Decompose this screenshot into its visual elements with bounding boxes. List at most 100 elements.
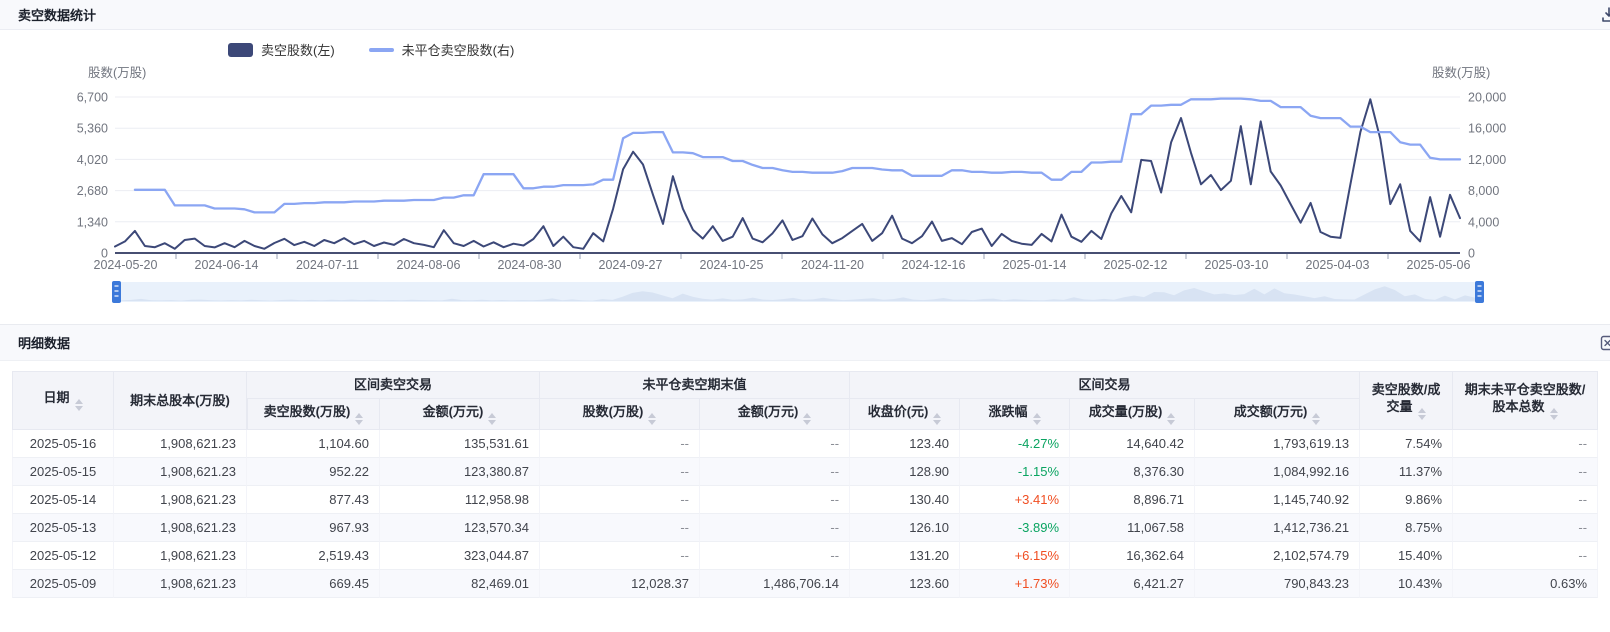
table-cell: 8,896.71 [1070,486,1195,514]
table-cell: +6.15% [960,542,1070,570]
sort-icon[interactable] [355,413,363,425]
sort-icon[interactable] [488,413,496,425]
table-cell: 14,640.42 [1070,430,1195,458]
table-cell: 1,908,621.23 [114,486,247,514]
table-cell: 82,469.01 [380,570,540,598]
table-cell: 123,380.87 [380,458,540,486]
table-cell: -4.27% [960,430,1070,458]
right-axis-tick: 12,000 [1468,153,1506,167]
col-header-short-amount[interactable]: 金额(万元) [380,399,540,430]
table-cell: -- [1453,514,1598,542]
table-cell: 0.63% [1453,570,1598,598]
table-cell: 112,958.98 [380,486,540,514]
chart-card-header: 卖空数据统计 [0,0,1610,30]
table-row: 2025-05-091,908,621.23669.4582,469.0112,… [12,570,1598,598]
table-cell: 1,084,992.16 [1195,458,1360,486]
table-cell: 1,908,621.23 [114,430,247,458]
col-header-short-shares[interactable]: 卖空股数(万股) [247,399,380,430]
table-cell: 15.40% [1360,542,1453,570]
table-cell: 967.93 [247,514,380,542]
col-header-short-to-volume[interactable]: 卖空股数/成交量 [1360,371,1453,430]
short-selling-chart: 卖空股数(左) 未平仓卖空股数(右) 6,70020,0005,36016,00… [0,30,1610,324]
table-row: 2025-05-161,908,621.231,104.60135,531.61… [12,430,1598,458]
sort-icon[interactable] [1167,413,1175,425]
table-cell: 126.10 [850,514,960,542]
sort-icon[interactable] [803,413,811,425]
table-cell: 7.54% [1360,430,1453,458]
table-row: 2025-05-141,908,621.23877.43112,958.98--… [12,486,1598,514]
sort-icon[interactable] [648,413,656,425]
col-header-turnover[interactable]: 成交额(万元) [1195,399,1360,430]
col-header-open-shares[interactable]: 股数(万股) [540,399,700,430]
table-cell: 2,102,574.79 [1195,542,1360,570]
export-excel-icon[interactable] [1600,335,1610,351]
x-axis-tick-label: 2024-05-20 [94,258,158,272]
table-cell: -- [540,430,700,458]
col-header-close-price[interactable]: 收盘价(元) [850,399,960,430]
legend-item-open-short-shares[interactable]: 未平仓卖空股数(右) [369,40,515,59]
table-cell: -- [540,486,700,514]
legend-item-short-shares[interactable]: 卖空股数(左) [228,40,335,59]
col-header-open-short-to-total[interactable]: 期末未平仓卖空股数/股本总数 [1453,371,1598,430]
table-cell: 130.40 [850,486,960,514]
col-header-change-pct[interactable]: 涨跌幅 [960,399,1070,430]
table-cell: 2025-05-16 [12,430,114,458]
legend-marker-rect [228,43,253,57]
series-line-1 [135,99,1460,213]
sort-icon[interactable] [1312,413,1320,425]
sort-icon[interactable] [1550,408,1558,420]
sort-icon[interactable] [933,413,941,425]
x-axis-tick-label: 2024-08-06 [397,258,461,272]
table-cell: -- [540,514,700,542]
sort-icon[interactable] [1033,413,1041,425]
table-cell: 16,362.64 [1070,542,1195,570]
table-cell: -- [1453,486,1598,514]
col-header-open-amount[interactable]: 金额(万元) [700,399,850,430]
col-header-volume[interactable]: 成交量(万股) [1070,399,1195,430]
download-icon[interactable] [1601,7,1610,23]
table-cell: 11,067.58 [1070,514,1195,542]
table-cell: -- [540,458,700,486]
legend-marker-line [369,48,394,52]
table-cell: 2025-05-09 [12,570,114,598]
datazoom-right-handle[interactable] [1475,281,1484,303]
table-cell: 669.45 [247,570,380,598]
right-axis-tick: 8,000 [1468,184,1499,198]
detail-section-title: 明细数据 [18,333,70,352]
datazoom-left-handle[interactable] [112,281,121,303]
left-axis-tick: 6,700 [77,91,108,105]
table-cell: 1,104.60 [247,430,380,458]
table-cell: 2025-05-14 [12,486,114,514]
detail-table-body: 2025-05-161,908,621.231,104.60135,531.61… [12,430,1598,598]
table-cell: 790,843.23 [1195,570,1360,598]
left-axis-tick: 5,360 [77,122,108,136]
table-cell: 1,412,736.21 [1195,514,1360,542]
table-cell: -- [1453,458,1598,486]
chart-canvas: 6,70020,0005,36016,0004,02012,0002,6808,… [0,30,1610,324]
x-axis-tick-label: 2024-09-27 [599,258,663,272]
table-cell: -- [700,486,850,514]
table-cell: 2025-05-12 [12,542,114,570]
table-cell: 123,570.34 [380,514,540,542]
left-axis-tick: 1,340 [77,215,108,229]
sort-icon[interactable] [1418,408,1426,420]
table-cell: 2025-05-15 [12,458,114,486]
table-cell: 1,908,621.23 [114,514,247,542]
table-row: 2025-05-151,908,621.23952.22123,380.87--… [12,458,1598,486]
table-cell: 1,486,706.14 [700,570,850,598]
table-cell: 135,531.61 [380,430,540,458]
x-axis-tick-label: 2025-03-10 [1205,258,1269,272]
col-header-date[interactable]: 日期 [12,371,114,430]
sort-icon[interactable] [75,399,83,411]
table-cell: +3.41% [960,486,1070,514]
x-axis-tick-label: 2024-10-25 [700,258,764,272]
table-cell: -1.15% [960,458,1070,486]
detail-section-header: 明细数据 [0,324,1610,361]
table-cell: 9.86% [1360,486,1453,514]
left-axis-tick: 2,680 [77,184,108,198]
group-header-open-short-eop: 未平仓卖空期末值 [540,371,850,399]
table-cell: 1,908,621.23 [114,542,247,570]
table-cell: 12,028.37 [540,570,700,598]
table-cell: 1,908,621.23 [114,458,247,486]
group-header-interval-short-trading: 区间卖空交易 [247,371,540,399]
